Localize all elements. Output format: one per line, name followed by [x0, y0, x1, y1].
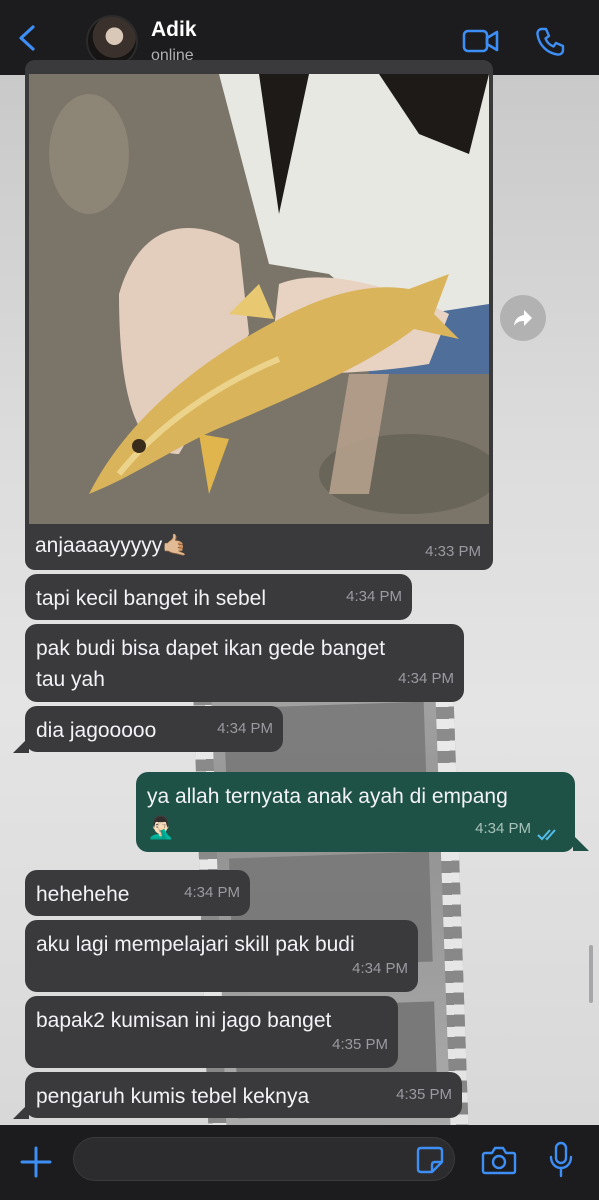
microphone-icon[interactable]	[548, 1141, 574, 1179]
message-input[interactable]	[73, 1137, 455, 1181]
message-time: 4:34 PM	[352, 960, 408, 977]
photo-fish[interactable]	[29, 74, 489, 524]
video-call-icon[interactable]	[462, 27, 500, 55]
message-bubble-incoming[interactable]: hehehehe 4:34 PM	[25, 870, 250, 916]
message-time: 4:34 PM	[398, 670, 454, 687]
message-bubble-incoming[interactable]: tapi kecil banget ih sebel 4:34 PM	[25, 574, 412, 620]
message-time: 4:34 PM	[217, 720, 273, 737]
message-time: 4:33 PM	[425, 543, 481, 560]
message-text: bapak2 kumisan ini jago banget	[36, 1009, 332, 1032]
photo-illustration	[29, 74, 489, 524]
message-bubble-incoming[interactable]: bapak2 kumisan ini jago banget 4:35 PM	[25, 996, 398, 1068]
contact-name[interactable]: Adik	[151, 18, 197, 42]
message-bubble-incoming[interactable]: dia jagooooo 4:34 PM	[25, 706, 283, 752]
message-text: hehehehe	[36, 883, 130, 906]
message-text: dia jagooooo	[36, 719, 157, 742]
scrollbar[interactable]	[589, 945, 593, 1003]
phone-icon[interactable]	[534, 26, 566, 58]
message-text: pengaruh kumis tebel keknya	[36, 1085, 310, 1108]
image-message[interactable]: anjaaaayyyyy🤙🏼 4:33 PM	[25, 60, 493, 570]
message-text: tau yah	[36, 668, 105, 691]
camera-icon[interactable]	[481, 1144, 517, 1176]
message-text: tapi kecil banget ih sebel	[36, 587, 266, 610]
message-time: 4:34 PM	[475, 820, 531, 837]
message-time: 4:35 PM	[396, 1086, 452, 1103]
message-bubble-incoming[interactable]: pak budi bisa dapet ikan gede banget tau…	[25, 624, 464, 702]
image-caption: anjaaaayyyyy🤙🏼	[35, 534, 189, 557]
message-time: 4:35 PM	[332, 1036, 388, 1053]
message-time: 4:34 PM	[184, 884, 240, 901]
read-ticks-icon	[537, 829, 556, 841]
forward-button[interactable]	[500, 295, 546, 341]
message-bubble-incoming[interactable]: aku lagi mempelajari skill pak budi 4:34…	[25, 920, 418, 992]
plus-icon[interactable]	[19, 1145, 53, 1179]
back-chevron-icon[interactable]	[14, 24, 42, 52]
message-time: 4:34 PM	[346, 588, 402, 605]
message-text: pak budi bisa dapet ikan gede banget	[36, 637, 386, 660]
message-text: ya allah ternyata anak ayah di empang	[147, 785, 508, 808]
message-text: aku lagi mempelajari skill pak budi	[36, 933, 355, 956]
message-bubble-outgoing[interactable]: ya allah ternyata anak ayah di empang 🤦🏻…	[136, 772, 575, 852]
forward-icon	[514, 310, 532, 326]
composer-bar	[0, 1125, 599, 1200]
sticker-icon[interactable]	[415, 1145, 445, 1175]
message-bubble-incoming[interactable]: pengaruh kumis tebel keknya 4:35 PM	[25, 1072, 462, 1118]
